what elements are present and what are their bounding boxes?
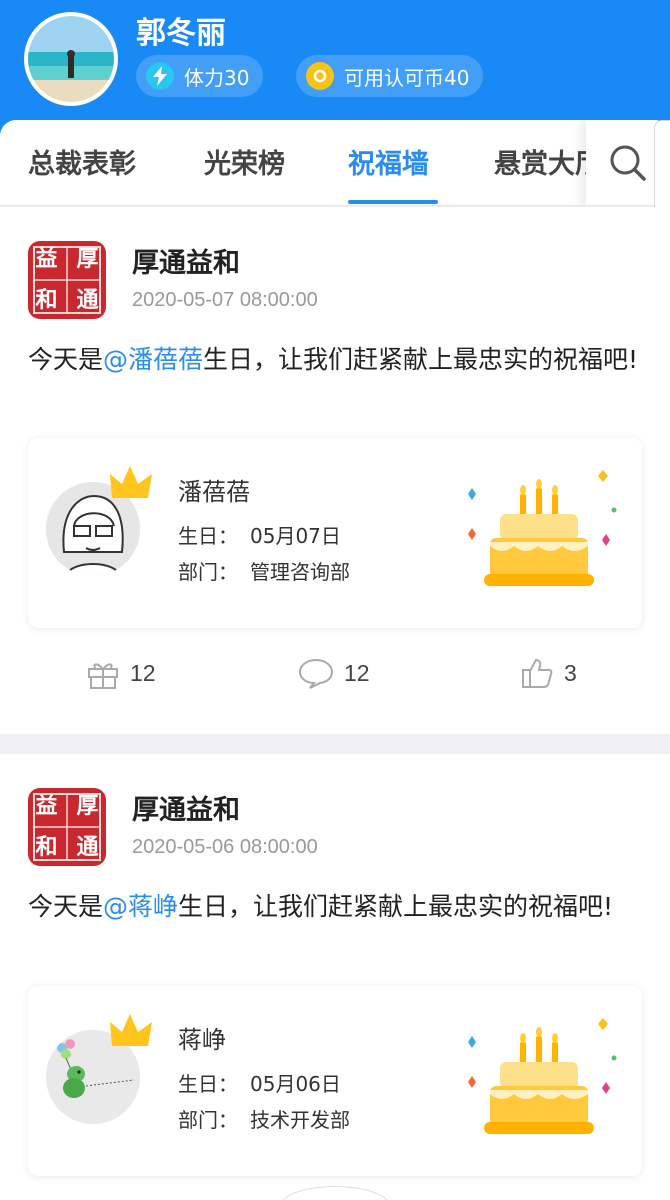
active-tab-indicator (348, 200, 438, 204)
poster-name[interactable]: 厚通益和 (132, 241, 240, 280)
person-name: 蒋峥 (178, 1026, 226, 1054)
gift-count: 12 (130, 659, 156, 686)
crown-icon (110, 1014, 152, 1046)
seal-char: 厚 (76, 794, 99, 819)
birthday-label: 生日： (178, 1072, 238, 1096)
department-value: 管理咨询部 (250, 560, 350, 584)
department-line: 部门： 技术开发部 (178, 1104, 350, 1133)
seal-characters: 益厚 和通 (26, 786, 108, 868)
tab-blessing-wall[interactable]: 祝福墙 (348, 142, 429, 181)
like-count: 3 (564, 659, 577, 686)
seal-char: 通 (76, 835, 99, 860)
post-message: 今天是@潘蓓蓓生日，让我们赶紧献上最忠实的祝福吧! (28, 339, 648, 381)
birthday-cake-icon (468, 470, 617, 586)
seal-char: 和 (35, 835, 58, 860)
seal-char: 和 (35, 288, 58, 313)
search-icon (610, 145, 646, 181)
lightning-icon (146, 62, 174, 90)
gift-button[interactable]: 12 (86, 657, 156, 689)
post-actions: 12 12 3 (0, 647, 670, 707)
msg-suffix: 生日，让我们赶紧献上最忠实的祝福吧! (203, 345, 639, 374)
coin-label: 可用认可币40 (344, 65, 470, 90)
birthday-value: 05月06日 (250, 1072, 341, 1096)
comment-count: 12 (344, 659, 370, 686)
crown-icon (110, 466, 152, 498)
birthday-card[interactable]: 潘蓓蓓 生日： 05月07日 部门： 管理咨询部 (28, 438, 642, 628)
mention-link[interactable]: @蒋峥 (103, 892, 178, 921)
tab-ceo-awards[interactable]: 总裁表彰 (28, 142, 136, 181)
seal-char: 通 (76, 288, 99, 313)
seal-char: 益 (35, 247, 58, 272)
birthday-line: 生日： 05月07日 (178, 520, 341, 549)
seal-char: 益 (35, 794, 58, 819)
seal-char: 厚 (76, 247, 99, 272)
coin-chip[interactable]: 可用认可币40 (296, 55, 484, 97)
gift-icon (88, 663, 118, 689)
user-avatar[interactable] (24, 12, 118, 106)
birthday-line: 生日： 05月06日 (178, 1068, 341, 1097)
beach-photo (28, 16, 114, 102)
msg-prefix: 今天是 (28, 345, 104, 374)
energy-chip[interactable]: 体力30 (136, 55, 264, 97)
comment-button[interactable]: 12 (298, 657, 370, 689)
birthday-card[interactable]: 蒋峥 生日： 05月06日 部门： 技术开发部 (28, 986, 642, 1176)
seal-characters: 益厚 和通 (26, 239, 108, 321)
birthday-label: 生日： (178, 524, 238, 548)
like-button[interactable]: 3 (520, 657, 577, 689)
tab-honor-roll[interactable]: 光荣榜 (204, 142, 285, 181)
comment-icon (298, 658, 334, 689)
person-name: 潘蓓蓓 (178, 478, 250, 506)
post-message: 今天是@蒋峥生日，让我们赶紧献上最忠实的祝福吧! (28, 886, 648, 928)
poster-name[interactable]: 厚通益和 (132, 788, 240, 827)
thumbs-up-icon (522, 658, 553, 688)
post-date: 2020-05-07 08:00:00 (132, 289, 318, 311)
post-date: 2020-05-06 08:00:00 (132, 836, 318, 858)
blessing-post: 益厚 和通 厚通益和 2020-05-07 08:00:00 今天是@潘蓓蓓生日… (0, 207, 670, 734)
mention-link[interactable]: @潘蓓蓓 (103, 345, 203, 374)
department-label: 部门： (178, 560, 238, 584)
msg-prefix: 今天是 (28, 892, 104, 921)
username: 郭冬丽 (136, 16, 226, 51)
coin-icon (306, 62, 334, 90)
energy-label: 体力30 (184, 65, 250, 90)
birthday-cake-icon (468, 1018, 617, 1134)
tab-bar: 总裁表彰 光荣榜 祝福墙 悬赏大厅 (0, 120, 670, 206)
department-label: 部门： (178, 1108, 238, 1132)
department-line: 部门： 管理咨询部 (178, 556, 350, 585)
blessing-post: 益厚 和通 厚通益和 2020-05-06 08:00:00 今天是@蒋峥生日，… (0, 754, 670, 1200)
department-value: 技术开发部 (250, 1108, 350, 1132)
msg-suffix: 生日，让我们赶紧献上最忠实的祝福吧! (178, 892, 614, 921)
birthday-value: 05月07日 (250, 524, 341, 548)
